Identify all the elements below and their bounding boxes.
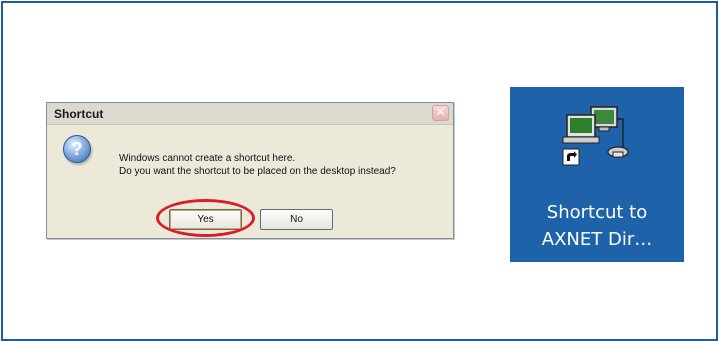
desktop-icon-label: Shortcut to AXNET Dir… bbox=[510, 199, 684, 253]
help-question-icon: ? bbox=[63, 135, 91, 163]
close-button[interactable]: ✕ bbox=[432, 105, 449, 121]
no-button[interactable]: No bbox=[260, 209, 333, 230]
dialog-titlebar: Shortcut ✕ bbox=[47, 103, 453, 125]
dialog-title: Shortcut bbox=[54, 107, 104, 121]
message-line-2: Do you want the shortcut to be placed on… bbox=[119, 166, 396, 177]
shortcut-dialog: Shortcut ✕ ? Windows cannot create a sho… bbox=[46, 102, 454, 239]
message-line-1: Windows cannot create a shortcut here. bbox=[119, 153, 296, 164]
network-computers-shortcut-icon bbox=[562, 106, 629, 166]
desktop-shortcut-tile[interactable]: Shortcut to AXNET Dir… bbox=[510, 87, 684, 262]
label-line-2: AXNET Dir… bbox=[541, 229, 653, 250]
label-line-1: Shortcut to bbox=[546, 202, 648, 223]
dialog-message: Windows cannot create a shortcut here. D… bbox=[119, 152, 449, 178]
yes-highlight-circle bbox=[156, 199, 255, 237]
close-icon: ✕ bbox=[435, 105, 446, 119]
